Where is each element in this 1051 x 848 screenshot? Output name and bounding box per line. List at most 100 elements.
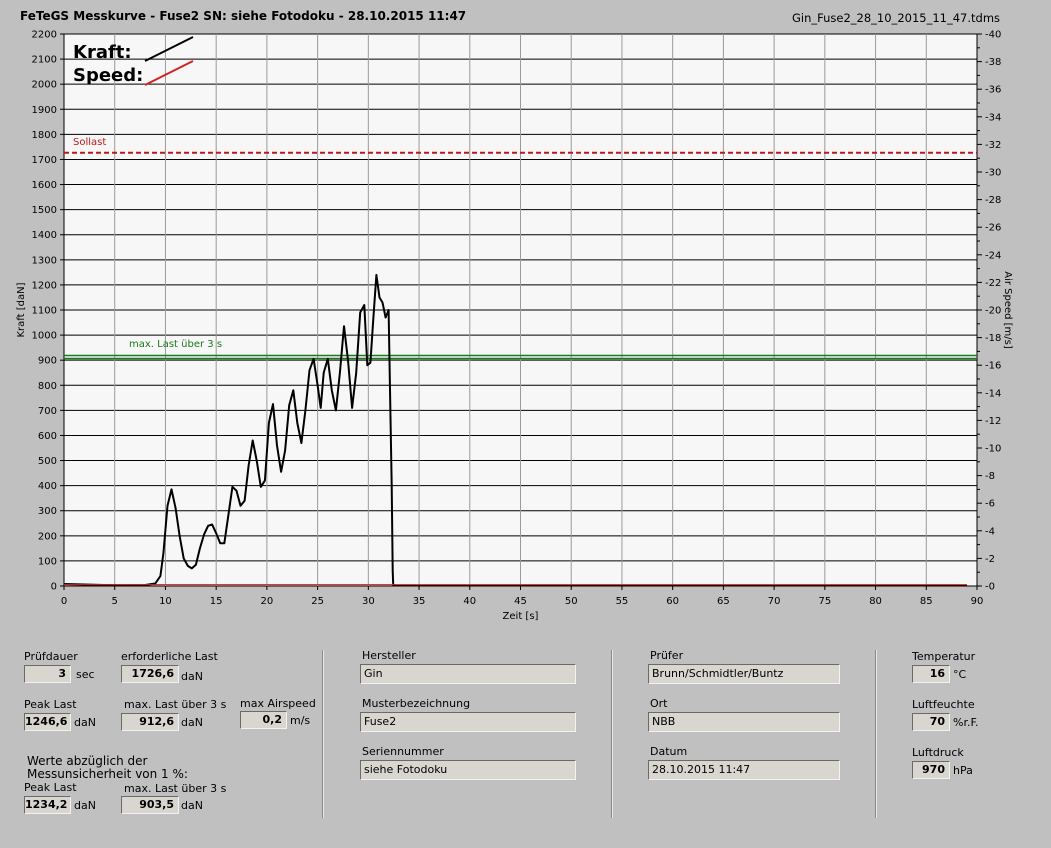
x-tick-label: 25 — [311, 596, 324, 607]
y-tick-label: 1100 — [32, 306, 57, 317]
musterbezeichnung-label: Musterbezeichnung — [362, 697, 471, 710]
x-tick-label: 0 — [61, 596, 67, 607]
x-tick-label: 75 — [818, 596, 831, 607]
werte-note-line1: Werte abzüglich der — [27, 754, 148, 768]
panel-separator — [322, 650, 324, 818]
y-tick-label: 2000 — [32, 80, 57, 91]
y-tick-label: 1200 — [32, 280, 57, 291]
x-tick-label: 65 — [717, 596, 730, 607]
x-tick-label: 55 — [616, 596, 629, 607]
y-tick-label: 600 — [38, 431, 57, 442]
seriennummer-field[interactable]: siehe Fotodoku — [360, 760, 576, 780]
pruefer-field[interactable]: Brunn/Schmidtler/Buntz — [648, 664, 840, 684]
x-tick-label: 15 — [210, 596, 223, 607]
temperatur-unit: °C — [953, 668, 967, 681]
y2-tick-label: -10 — [985, 444, 1001, 455]
peak-last-unit: daN — [74, 716, 96, 729]
werte-note-line2: Messunsicherheit von 1 %: — [27, 767, 188, 781]
y-tick-label: 800 — [38, 381, 57, 392]
y2-tick-label: -2 — [985, 554, 995, 565]
peak-last-2-label: Peak Last — [24, 781, 77, 794]
y2-tick-label: -8 — [985, 471, 995, 482]
pruefer-label: Prüfer — [650, 649, 684, 662]
x-tick-label: 60 — [666, 596, 679, 607]
musterbezeichnung-field[interactable]: Fuse2 — [360, 712, 576, 732]
peak-last-2-unit: daN — [74, 799, 96, 812]
y2-tick-label: -26 — [985, 223, 1001, 234]
x-tick-label: 85 — [920, 596, 933, 607]
sollast-label: Sollast — [73, 137, 106, 148]
y-tick-label: 1900 — [32, 105, 57, 116]
y-tick-label: 1700 — [32, 155, 57, 166]
y2-tick-label: -16 — [985, 361, 1001, 372]
y-tick-label: 2100 — [32, 55, 57, 66]
y2-tick-label: -24 — [985, 250, 1001, 261]
y-tick-label: 200 — [38, 531, 57, 542]
y2-tick-label: -32 — [985, 140, 1001, 151]
x-tick-label: 70 — [768, 596, 781, 607]
y2-tick-label: -28 — [985, 195, 1001, 206]
x-tick-label: 45 — [514, 596, 527, 607]
datum-label: Datum — [650, 745, 688, 758]
y2-tick-label: -12 — [985, 416, 1001, 427]
hersteller-field[interactable]: Gin — [360, 664, 576, 684]
max-last-unit: daN — [181, 716, 203, 729]
peak-last-label: Peak Last — [24, 698, 77, 711]
y-axis-label: Kraft [daN] — [16, 282, 27, 337]
y-tick-label: 1400 — [32, 230, 57, 241]
pruefdauer-field[interactable]: 3 — [24, 665, 71, 683]
x-tick-label: 80 — [869, 596, 882, 607]
max-airspeed-unit: m/s — [290, 714, 311, 727]
luftdruck-field[interactable]: 970 — [912, 761, 950, 779]
y2-tick-label: -0 — [985, 582, 995, 593]
max-last-field[interactable]: 912,6 — [121, 713, 179, 731]
y-tick-label: 400 — [38, 481, 57, 492]
luftfeuchte-unit: %r.F. — [953, 716, 979, 729]
luftfeuchte-field[interactable]: 70 — [912, 713, 950, 731]
y-tick-label: 1800 — [32, 130, 57, 141]
y-tick-label: 2200 — [32, 30, 57, 41]
x-tick-label: 20 — [261, 596, 274, 607]
x-tick-label: 10 — [159, 596, 172, 607]
y2-tick-label: -6 — [985, 499, 995, 510]
pruefdauer-unit: sec — [76, 668, 95, 681]
y2-tick-label: -22 — [985, 278, 1001, 289]
max-last-2-unit: daN — [181, 799, 203, 812]
max-last-label: max. Last über 3 s — [129, 339, 222, 350]
pruefdauer-label: Prüfdauer — [24, 650, 78, 663]
y-tick-label: 900 — [38, 356, 57, 367]
y-tick-label: 1000 — [32, 331, 57, 342]
temperatur-label: Temperatur — [912, 650, 976, 663]
peak-last-field[interactable]: 1246,6 — [24, 713, 71, 731]
y2-tick-label: -18 — [985, 333, 1001, 344]
luftdruck-label: Luftdruck — [912, 746, 964, 759]
y2-tick-label: -34 — [985, 112, 1001, 123]
y-tick-label: 500 — [38, 456, 57, 467]
y-tick-label: 1500 — [32, 205, 57, 216]
ort-label: Ort — [650, 697, 668, 710]
legend-kraft-label: Kraft: — [73, 42, 132, 63]
max-last-2-field[interactable]: 903,5 — [121, 796, 179, 814]
x-tick-label: 50 — [565, 596, 578, 607]
datum-field[interactable]: 28.10.2015 11:47 — [648, 760, 840, 780]
y2-tick-label: -4 — [985, 526, 995, 537]
y-tick-label: 700 — [38, 406, 57, 417]
x-tick-label: 5 — [112, 596, 118, 607]
temperatur-field[interactable]: 16 — [912, 665, 950, 683]
max-airspeed-field[interactable]: 0,2 — [240, 711, 287, 729]
y-tick-label: 300 — [38, 506, 57, 517]
y2-tick-label: -30 — [985, 168, 1001, 179]
y-tick-label: 0 — [51, 582, 57, 593]
seriennummer-label: Seriennummer — [362, 745, 444, 758]
ort-field[interactable]: NBB — [648, 712, 840, 732]
x-tick-label: 40 — [463, 596, 476, 607]
panel-separator — [875, 650, 877, 818]
y2-tick-label: -14 — [985, 388, 1001, 399]
y2-tick-label: -40 — [985, 30, 1001, 41]
x-axis-label: Zeit [s] — [503, 611, 539, 622]
erf-last-field[interactable]: 1726,6 — [121, 665, 179, 683]
luftdruck-unit: hPa — [953, 764, 973, 777]
y-tick-label: 1600 — [32, 180, 57, 191]
y2-axis-label: Air Speed [m/s] — [1002, 271, 1013, 349]
peak-last-2-field[interactable]: 1234,2 — [24, 796, 71, 814]
